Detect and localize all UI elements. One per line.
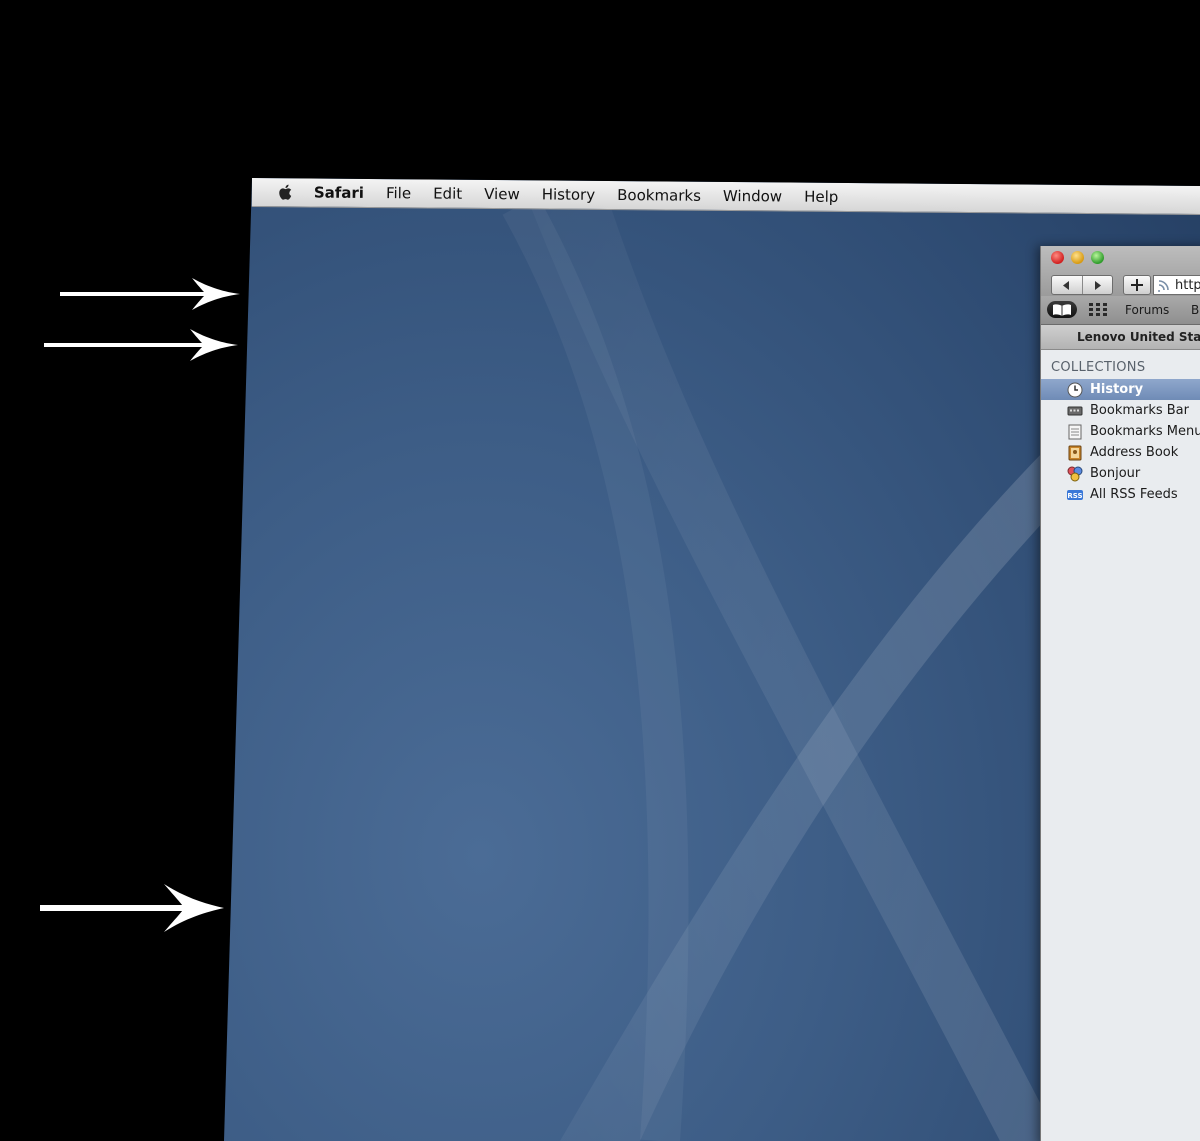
tab-lenovo[interactable]: Lenovo United Stat: [1077, 330, 1200, 344]
bookmark-truncated[interactable]: B: [1191, 303, 1199, 317]
sidebar-item-history[interactable]: History: [1041, 379, 1200, 400]
safari-window: http Forums B Lenovo United Stat COLLECT…: [1040, 246, 1200, 1141]
bonjour-icon: [1067, 466, 1083, 481]
bookmarks-bar: Forums B: [1041, 296, 1200, 325]
sidebar-item-label: All RSS Feeds: [1090, 487, 1178, 502]
sidebar-item-bookmarks-menu[interactable]: Bookmarks Menu: [1041, 421, 1200, 442]
address-book-icon: [1068, 445, 1082, 460]
menu-window[interactable]: Window: [723, 187, 782, 205]
rss-icon: RSS: [1067, 489, 1083, 500]
sidebar-item-label: History: [1090, 382, 1144, 397]
sidebar-item-label: Address Book: [1090, 445, 1179, 460]
menu-history[interactable]: History: [542, 185, 596, 203]
sidebar-item-address-book[interactable]: Address Book: [1041, 442, 1200, 463]
clock-icon: [1067, 382, 1083, 397]
bookmarks-sidebar: COLLECTIONS History Bookmarks Bar Bookma…: [1041, 350, 1200, 505]
sidebar-item-label: Bookmarks Bar: [1090, 403, 1189, 418]
menu-file[interactable]: File: [386, 184, 411, 202]
plus-icon: [1131, 279, 1143, 291]
menu-app-name[interactable]: Safari: [314, 184, 364, 202]
back-arrow-icon: [1063, 280, 1070, 290]
annotation-arrow-1: [60, 278, 240, 310]
sidebar-item-bookmarks-bar[interactable]: Bookmarks Bar: [1041, 400, 1200, 421]
menu-edit[interactable]: Edit: [433, 185, 462, 203]
sidebar-item-label: Bookmarks Menu: [1090, 424, 1200, 439]
apple-logo-icon[interactable]: [276, 182, 296, 202]
back-forward-buttons: [1051, 275, 1113, 295]
close-button[interactable]: [1051, 251, 1064, 264]
menu-view[interactable]: View: [484, 185, 520, 203]
menu-bookmarks[interactable]: Bookmarks: [617, 186, 701, 205]
back-button[interactable]: [1052, 276, 1082, 294]
sidebar-item-label: Bonjour: [1090, 466, 1141, 481]
book-icon: [1053, 303, 1071, 316]
bookmarks-bar-icon: [1067, 406, 1083, 415]
sidebar-item-bonjour[interactable]: Bonjour: [1041, 463, 1200, 484]
top-sites-grid-icon[interactable]: [1089, 303, 1107, 316]
forward-arrow-icon: [1094, 280, 1101, 290]
address-field[interactable]: http: [1153, 275, 1200, 295]
show-all-bookmarks-button[interactable]: [1047, 301, 1077, 318]
bookmarks-menu-icon: [1068, 424, 1082, 439]
zoom-button[interactable]: [1091, 251, 1104, 264]
collections-heading: COLLECTIONS: [1051, 360, 1146, 375]
bookmark-forums[interactable]: Forums: [1125, 303, 1169, 317]
menu-help[interactable]: Help: [804, 188, 838, 206]
screen: Safari File Edit View History Bookmarks …: [224, 178, 1200, 1141]
rss-icon: [1158, 280, 1169, 292]
url-text: http: [1175, 277, 1200, 293]
sidebar-item-all-rss-feeds[interactable]: RSS All RSS Feeds: [1041, 484, 1200, 505]
window-titlebar: http: [1041, 246, 1200, 296]
svg-text:RSS: RSS: [1067, 492, 1082, 500]
add-bookmark-button[interactable]: [1123, 275, 1151, 295]
wallpaper-swoosh: [502, 195, 1060, 1141]
annotation-arrow-2: [44, 329, 238, 361]
tab-bar: Lenovo United Stat: [1041, 325, 1200, 350]
forward-button[interactable]: [1081, 276, 1113, 294]
minimize-button[interactable]: [1071, 251, 1084, 264]
annotation-arrow-3: [40, 884, 224, 932]
